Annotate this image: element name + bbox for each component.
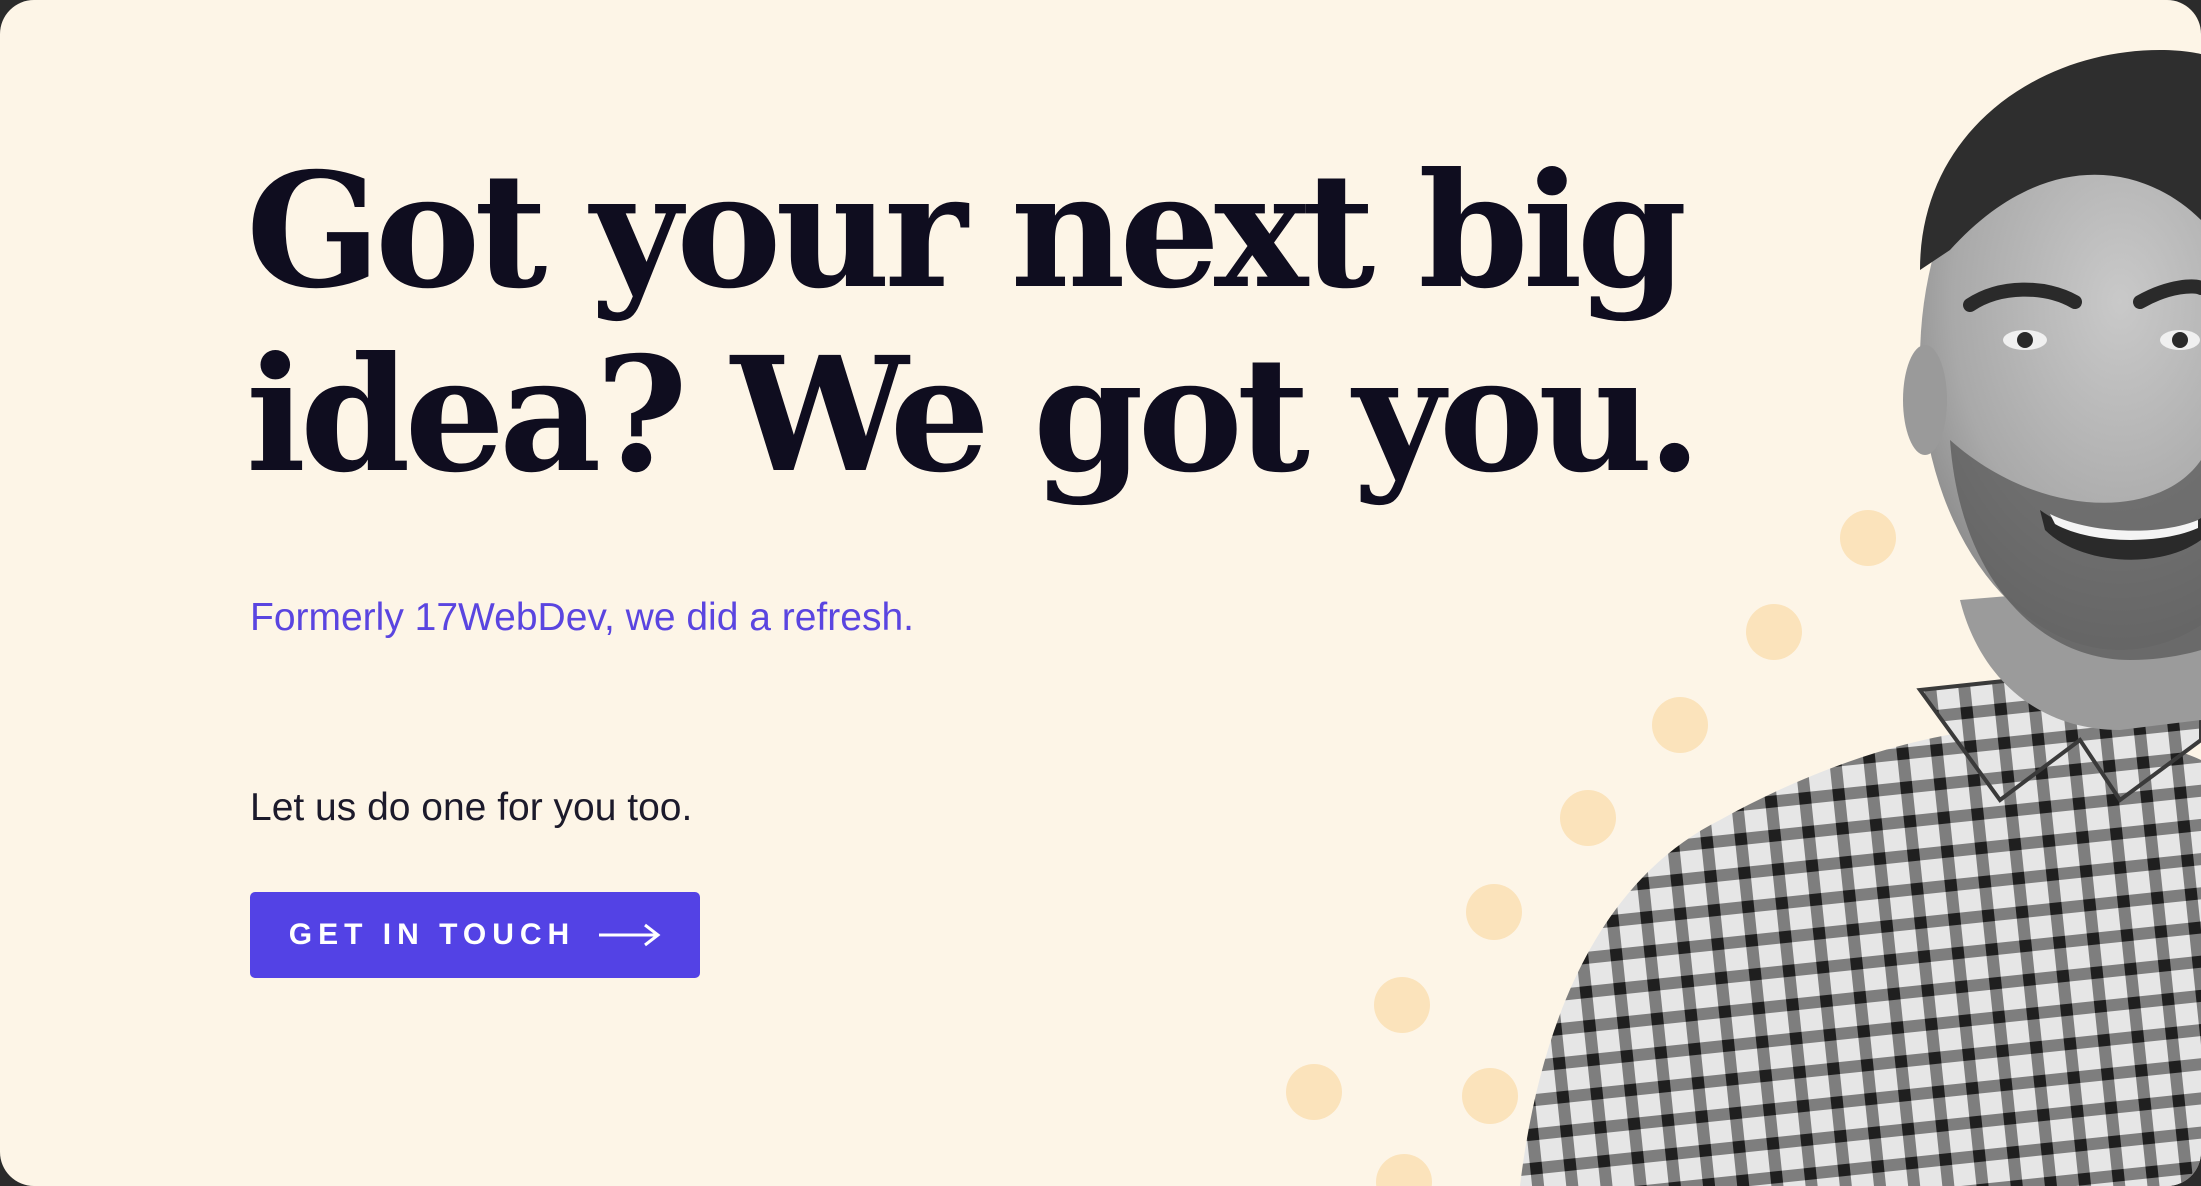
hero-section: Got your next big idea? We got you. Form… (0, 0, 2201, 1186)
hero-tagline: Let us do one for you too. (250, 786, 693, 829)
hero-subtitle: Formerly 17WebDev, we did a refresh. (250, 596, 914, 639)
decorative-dot (1374, 977, 1430, 1033)
get-in-touch-label: GET IN TOUCH (288, 918, 576, 951)
decorative-dot (1376, 1154, 1432, 1186)
decorative-dot (1286, 1064, 1342, 1120)
arrow-right-icon (599, 923, 661, 947)
headline-line-1: Got your next big (246, 139, 1687, 324)
headline-line-2: idea? We got you. (246, 323, 1702, 508)
portrait-photo (1520, 50, 2201, 1186)
hero-headline: Got your next big idea? We got you. (246, 139, 1702, 508)
get-in-touch-button[interactable]: GET IN TOUCH (250, 892, 700, 978)
